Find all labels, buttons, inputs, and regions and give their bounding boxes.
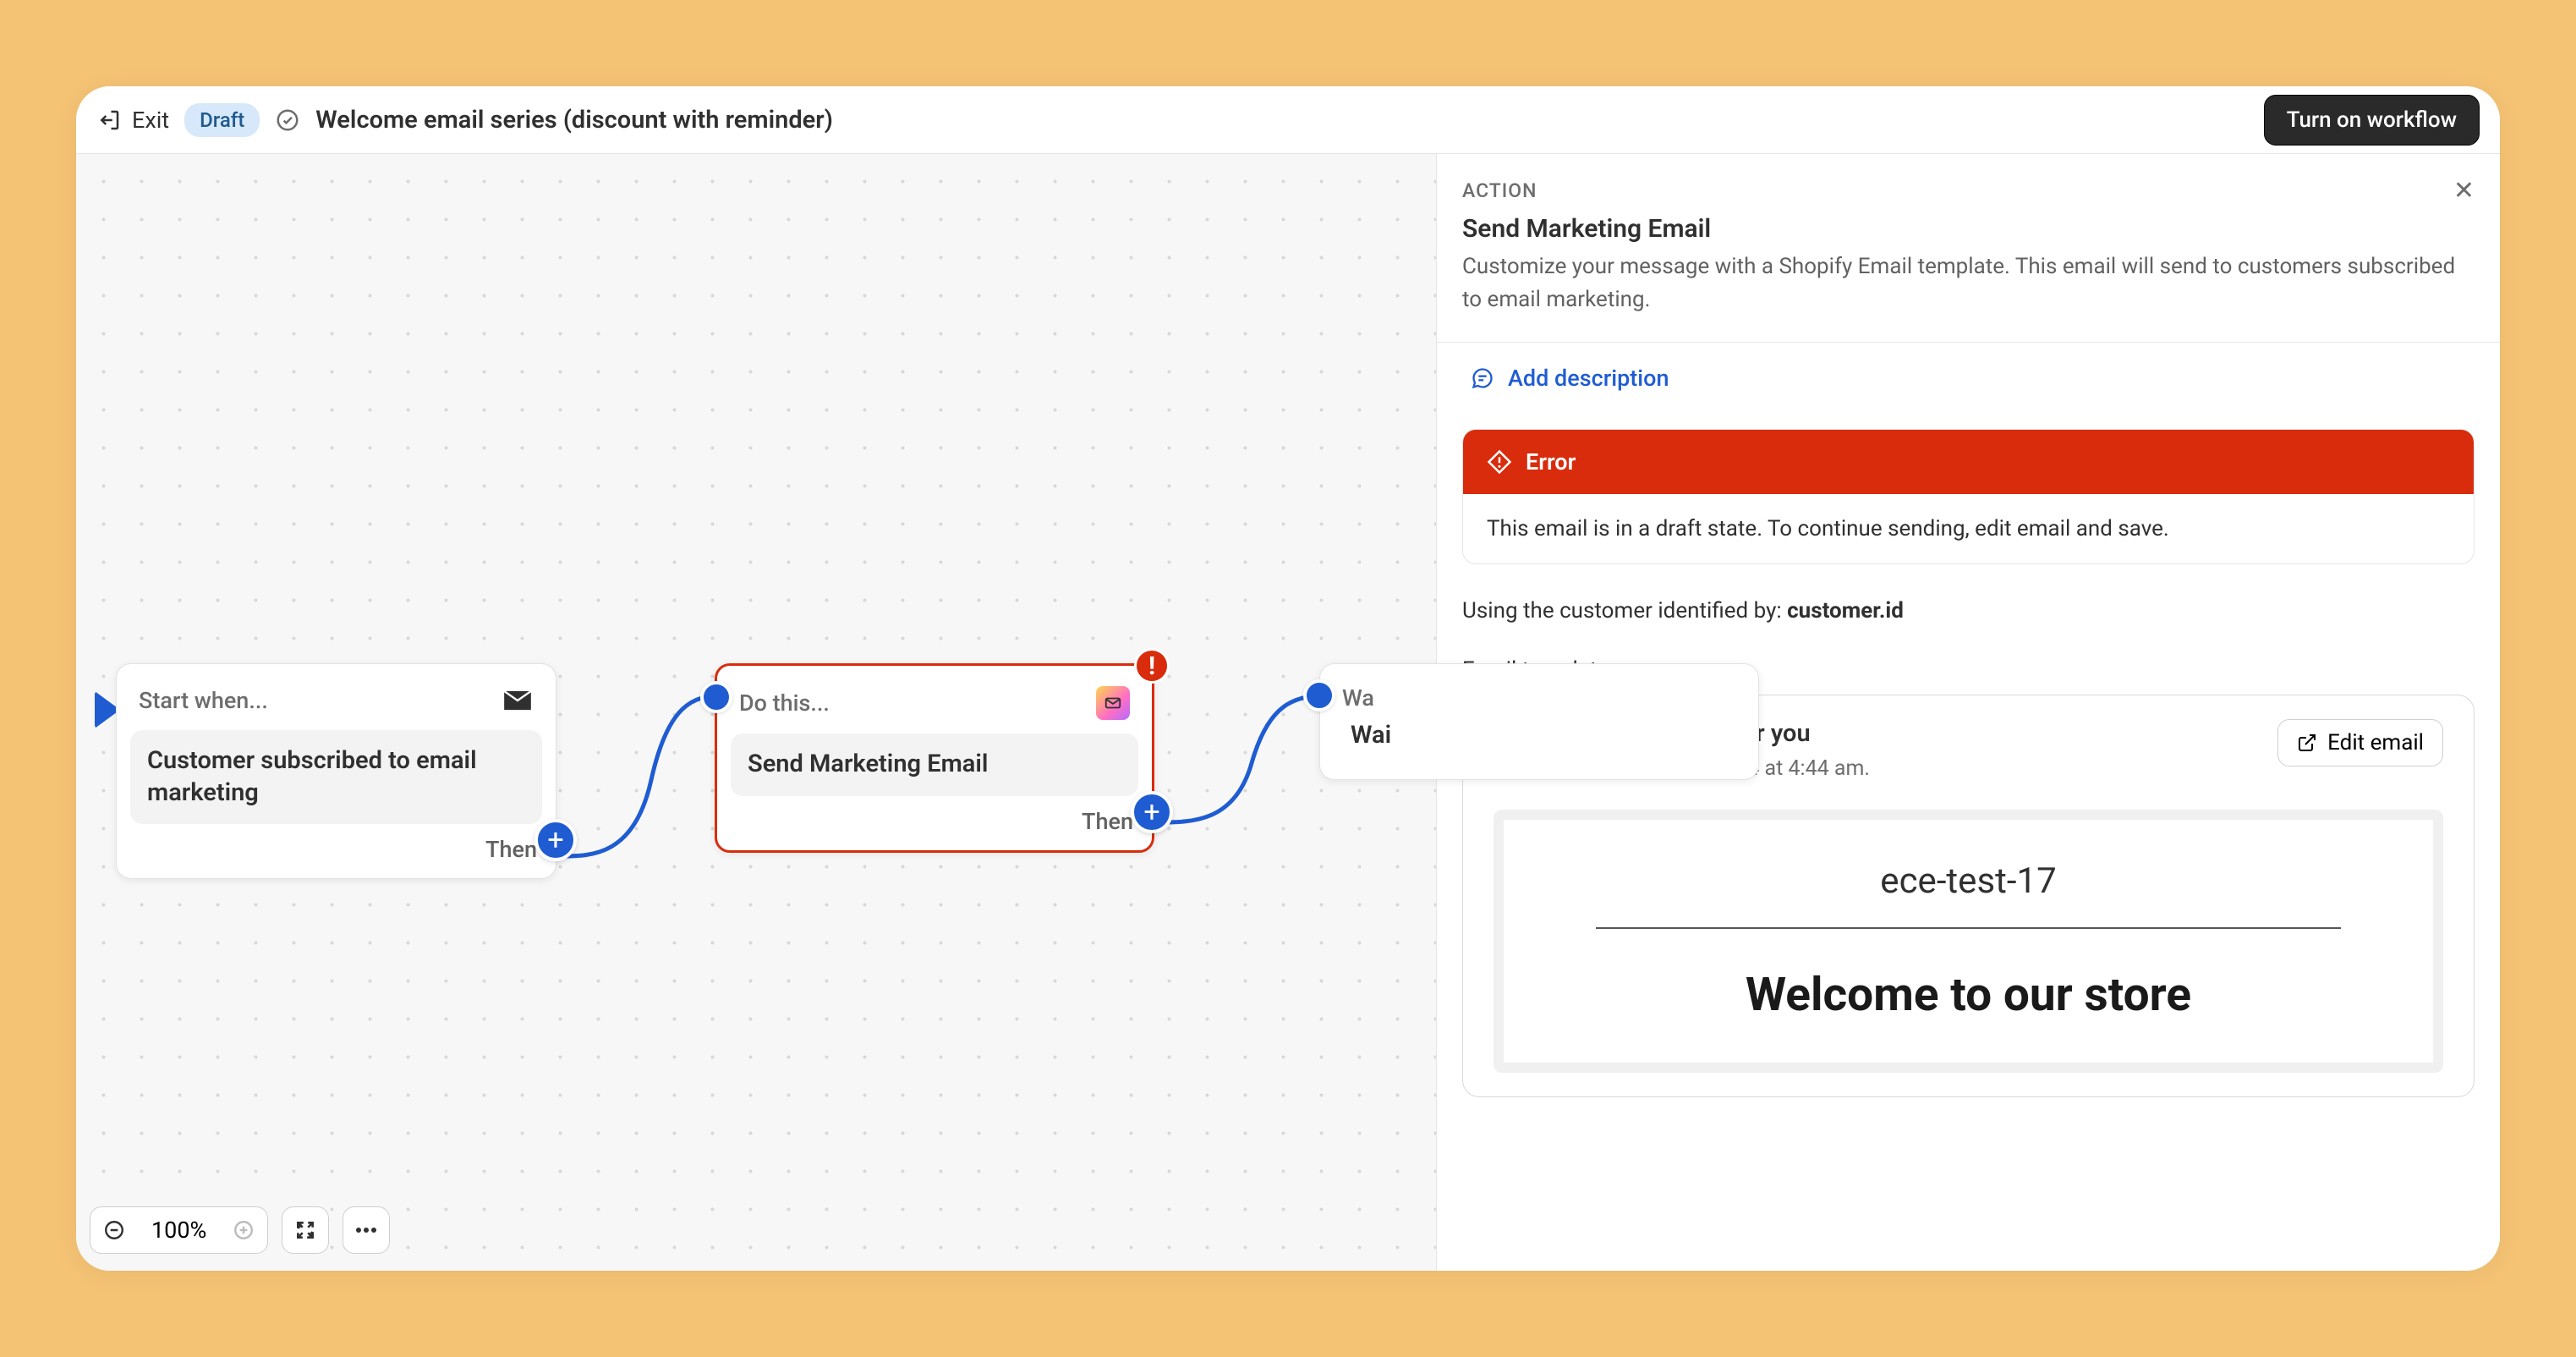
panel-kicker: ACTION [1462, 179, 1537, 202]
fit-to-screen-button[interactable] [282, 1206, 329, 1254]
main-area: Start when... Customer subscribed to ema… [76, 154, 2500, 1271]
preview-brand: ece-test-17 [1554, 860, 2382, 902]
node-body: Send Marketing Email [731, 733, 1138, 796]
preview-divider [1596, 927, 2341, 929]
external-link-icon [2297, 733, 2317, 753]
shopify-email-icon [1096, 686, 1130, 720]
exit-label: Exit [132, 107, 169, 134]
edit-email-button[interactable]: Edit email [2277, 719, 2443, 766]
app-window: Exit Draft Welcome email series (discoun… [76, 86, 2500, 1271]
email-preview-sheet: ece-test-17 Welcome to our store [1504, 820, 2433, 1063]
panel-header: ACTION ✕ [1437, 154, 2500, 214]
add-description-label: Add description [1508, 365, 1669, 392]
status-badge-draft: Draft [184, 103, 260, 137]
add-description-button[interactable]: Add description [1437, 343, 2500, 414]
zoom-controls: 100% [90, 1206, 390, 1254]
edit-email-label: Edit email [2327, 730, 2424, 755]
panel-description: Customize your message with a Shopify Em… [1437, 250, 2500, 343]
page-title: Welcome email series (discount with remi… [315, 106, 833, 135]
panel-title: Send Marketing Email [1437, 214, 2500, 250]
alert-badge-icon: ! [1134, 648, 1170, 684]
mail-icon [501, 684, 534, 717]
exit-icon [96, 107, 122, 133]
customer-identifier-row: Using the customer identified by: custom… [1462, 598, 2475, 624]
workflow-node-trigger[interactable]: Start when... Customer subscribed to ema… [116, 663, 556, 879]
node-footer: Then [717, 808, 1152, 850]
add-step-button[interactable] [534, 819, 577, 861]
close-panel-button[interactable]: ✕ [2453, 176, 2475, 206]
more-options-button[interactable] [343, 1206, 390, 1254]
error-title: Error [1526, 448, 1576, 475]
zoom-in-button[interactable] [220, 1219, 267, 1241]
node-header: Start when... [117, 664, 556, 725]
identifier-label: Using the customer identified by: [1462, 598, 1787, 624]
node-body: Customer subscribed to email marketing [130, 730, 542, 824]
node-header-label: Start when... [139, 687, 268, 714]
exit-button[interactable]: Exit [96, 107, 169, 134]
error-banner: Error This email is in a draft state. To… [1462, 429, 2475, 564]
topbar: Exit Draft Welcome email series (discoun… [76, 86, 2500, 154]
identifier-value: customer.id [1787, 598, 1904, 624]
node-header-label: Do this... [739, 689, 830, 717]
zoom-box: 100% [90, 1206, 268, 1254]
error-body: This email is in a draft state. To conti… [1463, 494, 2474, 563]
node-header: Wa [1320, 664, 1758, 720]
error-banner-header: Error [1463, 430, 2474, 494]
node-body: Wai [1334, 720, 1745, 767]
node-header: Do this... [717, 666, 1152, 728]
add-step-button[interactable] [1131, 791, 1173, 833]
preview-headline: Welcome to our store [1554, 968, 2382, 1022]
warning-diamond-icon [1487, 449, 1512, 475]
workflow-node-action-selected[interactable]: ! Do this... Send Marketing Email Then [715, 663, 1154, 853]
node-header-label: Wa [1342, 684, 1374, 711]
email-preview: ece-test-17 Welcome to our store [1494, 810, 2443, 1073]
zoom-out-button[interactable] [90, 1219, 138, 1241]
connector-dot [700, 681, 732, 713]
workflow-canvas[interactable]: Start when... Customer subscribed to ema… [76, 154, 1436, 1271]
check-circle-icon [275, 107, 300, 133]
node-footer: Then [117, 836, 556, 878]
note-icon [1471, 366, 1494, 390]
turn-on-workflow-button[interactable]: Turn on workflow [2264, 95, 2480, 146]
zoom-value: 100% [138, 1217, 220, 1244]
connector-dot [1303, 679, 1335, 711]
workflow-node-wait[interactable]: Wa Wai [1319, 663, 1759, 780]
